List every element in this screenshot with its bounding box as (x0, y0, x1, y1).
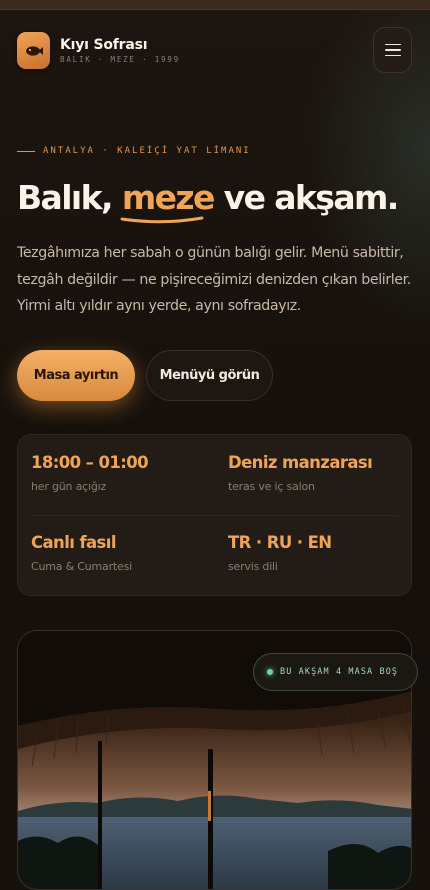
hamburger-icon (384, 40, 401, 61)
info-card: 18:00 – 01:00 her gün açığız Deniz manza… (17, 434, 412, 596)
brand-tagline: BALIK · MEZE · 1999 (60, 55, 180, 64)
info-item-view: Deniz manzarası teras ve iç salon (228, 453, 373, 493)
hero-description: Tezgâhımıza her sabah o günün balığı gel… (17, 245, 411, 314)
availability-text: BU AKŞAM 4 MASA BOŞ (280, 667, 399, 677)
page-title: Balık, meze ve akşam. (17, 176, 417, 224)
info-subtitle: her gün açığız (31, 480, 107, 493)
fish-icon (17, 32, 50, 69)
info-title: Deniz manzarası (228, 453, 373, 472)
top-bar (0, 0, 430, 9)
top-bar-divider (0, 9, 430, 10)
info-subtitle: teras ve iç salon (228, 480, 315, 493)
info-item-languages: TR · RU · EN servis dili (228, 533, 332, 573)
info-title: TR · RU · EN (228, 533, 332, 552)
menu-button[interactable] (373, 27, 412, 73)
underline-swash (120, 216, 204, 224)
brand-name: Kıyı Sofrası (60, 37, 148, 53)
info-item-music: Canlı fasıl Cuma & Cumartesi (31, 533, 132, 573)
view-menu-button[interactable]: Menüyü görün (146, 350, 273, 401)
headline-highlight: meze (120, 178, 216, 224)
location-kicker: ANTALYA · KALEİÇİ YAT LİMANI (17, 146, 251, 156)
info-title: Canlı fasıl (31, 533, 117, 552)
availability-badge: BU AKŞAM 4 MASA BOŞ (253, 653, 418, 691)
info-item-hours: 18:00 – 01:00 her gün açığız (31, 453, 149, 493)
status-dot-icon (267, 669, 273, 675)
info-title: 18:00 – 01:00 (31, 453, 149, 472)
headline-part1: Balık, (17, 178, 122, 217)
headline-highlight-text: meze (121, 178, 216, 217)
info-subtitle: servis dili (228, 560, 278, 573)
reserve-button[interactable]: Masa ayırtın (17, 350, 135, 401)
info-subtitle: Cuma & Cumartesi (31, 560, 132, 573)
kicker-text: ANTALYA · KALEİÇİ YAT LİMANI (43, 146, 251, 156)
headline-part2: ve akşam. (213, 178, 400, 217)
info-divider (31, 515, 398, 516)
kicker-dash (17, 150, 35, 152)
brand[interactable]: Kıyı Sofrası BALIK · MEZE · 1999 (17, 32, 180, 69)
